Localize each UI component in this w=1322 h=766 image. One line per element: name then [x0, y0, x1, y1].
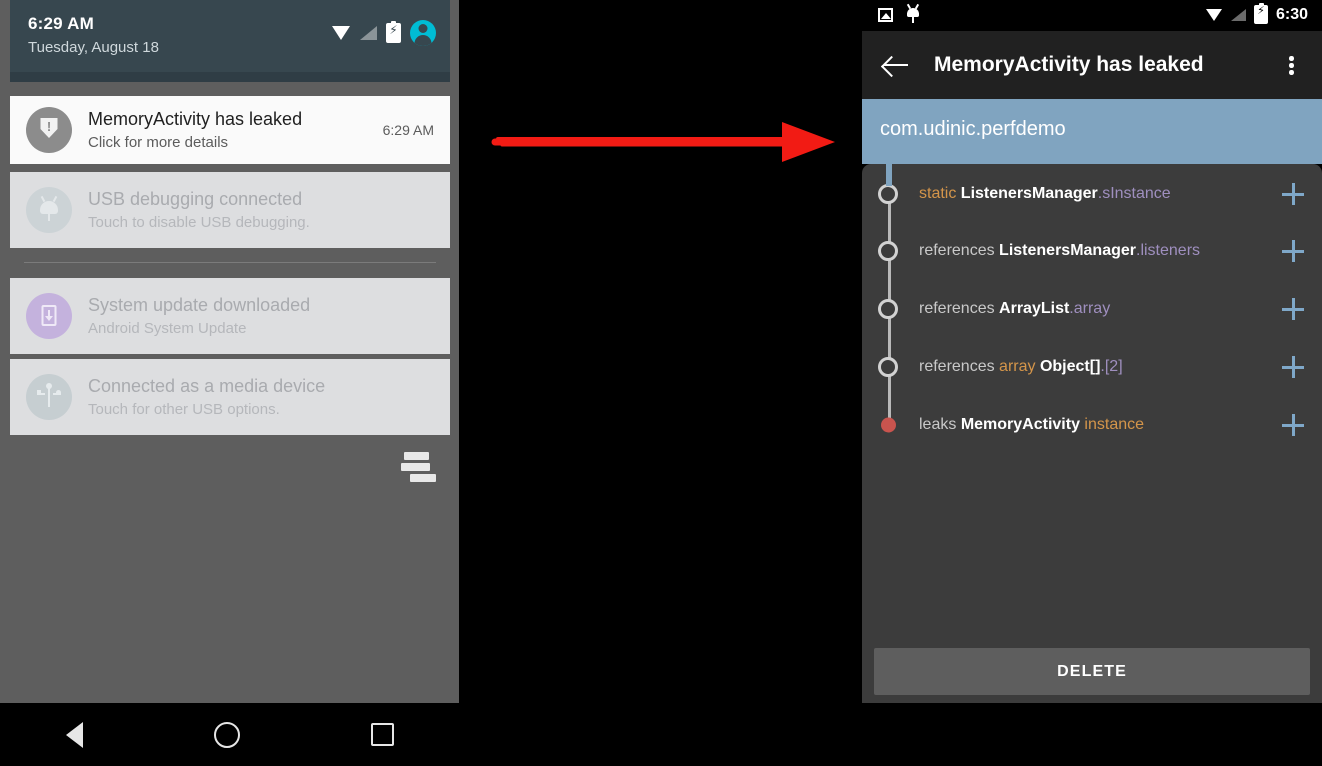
battery-charging-icon	[386, 21, 401, 43]
notification-text: USB debugging connected Touch to disable…	[88, 188, 434, 233]
trace-label: references ListenersManager.listeners	[919, 242, 1201, 259]
notification-text: MemoryActivity has leaked Click for more…	[88, 108, 373, 153]
shield-alert-icon	[26, 107, 72, 153]
trace-node-leak-icon	[880, 417, 896, 433]
trace-label: leaks MemoryActivity instance	[919, 416, 1145, 433]
status-bar: 6:30	[862, 0, 1322, 31]
notification-title: System update downloaded	[88, 294, 311, 315]
leak-trace-row[interactable]: static ListenersManager.sInstance	[862, 165, 1322, 223]
shade-date: Tuesday, August 18	[28, 39, 159, 56]
package-name-band: com.udinic.perfdemo	[862, 99, 1322, 164]
trace-label: static ListenersManager.sInstance	[919, 185, 1171, 202]
notification-title: MemoryActivity has leaked	[88, 108, 303, 129]
shade-header: 6:29 AM Tuesday, August 18	[10, 0, 450, 72]
recents-icon[interactable]	[370, 723, 394, 746]
notification-usb-debugging[interactable]: USB debugging connected Touch to disable…	[10, 172, 450, 248]
trace-node-icon	[878, 241, 898, 261]
trace-node-icon	[878, 357, 898, 377]
trace-label: references array Object[].[2]	[919, 358, 1123, 375]
shade-header-lip	[10, 72, 450, 82]
user-avatar-icon[interactable]	[410, 20, 436, 46]
home-icon[interactable]	[213, 721, 240, 748]
usb-icon	[26, 374, 72, 420]
notification-subtitle: Android System Update	[88, 319, 247, 337]
leak-trace-card: static ListenersManager.sInstance refere…	[862, 164, 1322, 640]
notification-leakcanary[interactable]: MemoryActivity has leaked Click for more…	[10, 96, 450, 164]
plus-icon[interactable]	[1282, 183, 1304, 205]
delete-button[interactable]: DELETE	[874, 648, 1310, 695]
battery-charging-icon	[1253, 3, 1268, 24]
notification-title: USB debugging connected	[88, 188, 303, 209]
notification-subtitle: Touch for other USB options.	[88, 400, 280, 418]
notification-media-device[interactable]: Connected as a media device Touch for ot…	[10, 359, 450, 435]
trace-node-icon	[878, 184, 898, 204]
screenshot-icon	[878, 7, 893, 22]
leak-trace-row[interactable]: references array Object[].[2]	[862, 338, 1322, 396]
app-bar: MemoryActivity has leaked	[862, 31, 1322, 99]
notification-text: Connected as a media device Touch for ot…	[88, 375, 434, 420]
notification-system-update[interactable]: System update downloaded Android System …	[10, 278, 450, 354]
back-icon[interactable]	[65, 721, 83, 748]
package-name: com.udinic.perfdemo	[880, 118, 1066, 140]
left-navigation-bar	[0, 703, 459, 766]
more-vert-icon[interactable]	[1276, 50, 1306, 80]
status-bar-clock: 6:30	[1275, 5, 1308, 23]
red-arrow-right	[491, 122, 835, 162]
notification-group-divider	[24, 262, 436, 263]
android-bug-icon	[26, 187, 72, 233]
signal-icon	[360, 26, 377, 40]
notification-title: Connected as a media device	[88, 375, 326, 396]
plus-icon[interactable]	[1282, 414, 1304, 436]
notification-subtitle: Click for more details	[88, 133, 229, 151]
page-title: MemoryActivity has leaked	[934, 53, 1204, 76]
signal-icon	[1230, 8, 1246, 21]
trace-label: references ArrayList.array	[919, 300, 1111, 317]
clear-all-notifications-icon[interactable]	[401, 452, 437, 484]
android-debug-icon	[906, 6, 920, 23]
wifi-icon	[1205, 8, 1223, 21]
delete-button-container: DELETE	[862, 640, 1322, 703]
plus-icon[interactable]	[1282, 240, 1304, 262]
leak-trace-row[interactable]: references ListenersManager.listeners	[862, 222, 1322, 280]
notification-time: 6:29 AM	[382, 122, 434, 138]
notification-text: System update downloaded Android System …	[88, 294, 434, 339]
right-phone-screen: 6:30 MemoryActivity has leaked com.udini…	[862, 0, 1322, 766]
plus-icon[interactable]	[1282, 356, 1304, 378]
left-phone-screen: 6:29 AM Tuesday, August 18 MemoryActivit…	[0, 0, 459, 766]
trace-rail-head	[886, 164, 892, 186]
download-icon	[26, 293, 72, 339]
status-bar-right-icons: 6:30	[1205, 3, 1308, 24]
shade-clock: 6:29 AM	[28, 14, 94, 33]
arrow-back-icon[interactable]	[884, 52, 910, 78]
wifi-icon	[332, 26, 351, 40]
shade-system-icons	[332, 20, 436, 46]
leak-trace-row[interactable]: leaks MemoryActivity instance	[862, 396, 1322, 454]
status-bar-left-icons	[878, 6, 920, 23]
plus-icon[interactable]	[1282, 298, 1304, 320]
leak-trace-row[interactable]: references ArrayList.array	[862, 280, 1322, 338]
notification-subtitle: Touch to disable USB debugging.	[88, 213, 310, 231]
trace-node-icon	[878, 299, 898, 319]
